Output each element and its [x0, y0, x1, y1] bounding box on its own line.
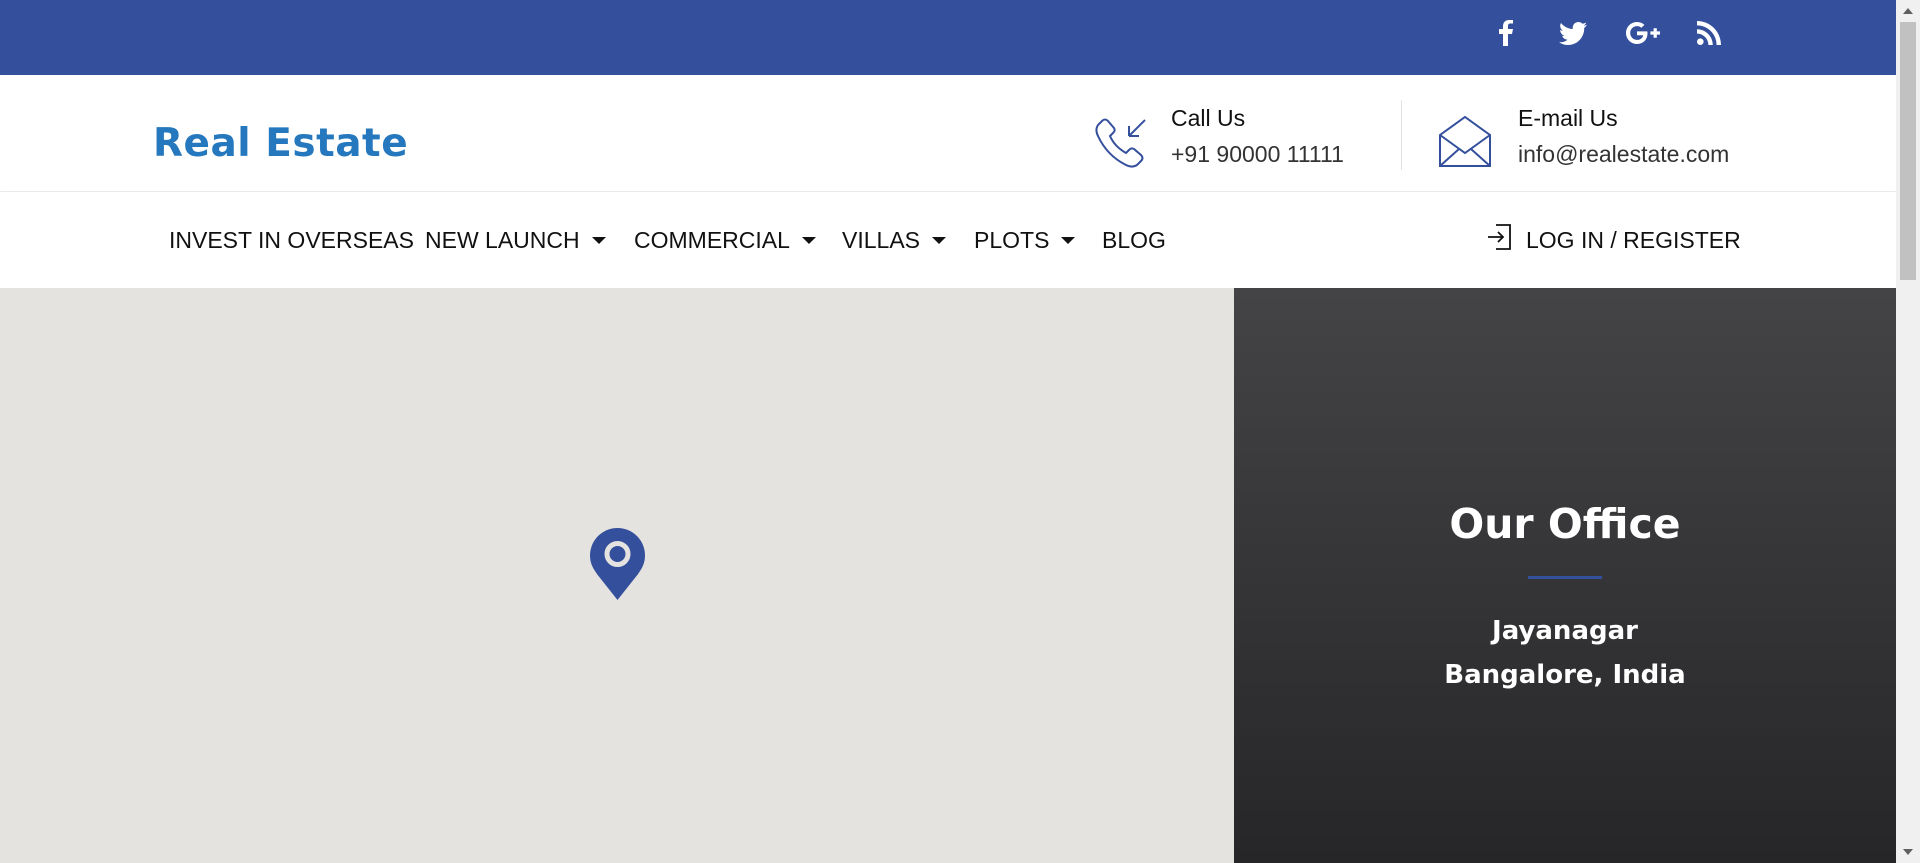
google-plus-icon[interactable] [1626, 16, 1660, 50]
title-underline [1528, 576, 1602, 579]
main-navigation: INVEST IN OVERSEAS NEW LAUNCH COMMERCIAL… [0, 192, 1896, 288]
nav-invest-in-overseas[interactable]: INVEST IN OVERSEAS [169, 222, 414, 258]
scroll-up-arrow-icon[interactable] [1903, 8, 1913, 14]
map-marker-icon[interactable] [590, 528, 645, 604]
nav-label: NEW LAUNCH [425, 226, 580, 253]
caret-down-icon [1061, 236, 1076, 244]
scroll-thumb[interactable] [1900, 22, 1916, 280]
rss-icon[interactable] [1694, 16, 1724, 50]
phone-number[interactable]: +91 90000 11111 [1171, 141, 1344, 168]
nav-label: INVEST IN OVERSEAS [169, 226, 414, 253]
email-address[interactable]: info@realestate.com [1518, 141, 1729, 168]
header-divider [1401, 100, 1402, 170]
nav-label: COMMERCIAL [634, 226, 790, 253]
sign-in-icon [1486, 223, 1514, 257]
login-register-link[interactable]: LOG IN / REGISTER [1486, 222, 1741, 258]
facebook-icon[interactable] [1491, 16, 1521, 50]
nav-commercial[interactable]: COMMERCIAL [634, 222, 816, 258]
email-us-label: E-mail Us [1518, 105, 1618, 131]
office-city: Bangalore, India [1444, 660, 1686, 690]
location-map[interactable] [0, 288, 1234, 863]
nav-label: BLOG [1102, 226, 1166, 253]
email-us-block: E-mail Us info@realestate.com [1438, 105, 1758, 181]
call-us-block: Call Us +91 90000 11111 [1092, 105, 1352, 181]
nav-label: PLOTS [974, 226, 1050, 253]
office-title: Our Office [1449, 500, 1681, 548]
office-locality: Jayanagar [1492, 616, 1638, 646]
nav-label: VILLAS [842, 226, 920, 253]
call-us-label: Call Us [1171, 105, 1246, 131]
nav-plots[interactable]: PLOTS [974, 222, 1076, 258]
phone-icon [1092, 115, 1150, 177]
caret-down-icon [801, 236, 816, 244]
nav-new-launch[interactable]: NEW LAUNCH [425, 222, 606, 258]
nav-blog[interactable]: BLOG [1102, 222, 1166, 258]
caret-down-icon [932, 236, 946, 244]
twitter-icon[interactable] [1558, 16, 1588, 50]
top-social-bar [0, 0, 1896, 75]
office-panel: Our Office Jayanagar Bangalore, India [1234, 288, 1896, 863]
nav-villas[interactable]: VILLAS [842, 222, 946, 258]
envelope-icon [1438, 115, 1492, 173]
login-label: LOG IN / REGISTER [1526, 226, 1741, 253]
vertical-scrollbar[interactable] [1896, 0, 1920, 863]
caret-down-icon [591, 236, 606, 244]
scroll-down-arrow-icon[interactable] [1903, 849, 1913, 855]
site-logo[interactable]: Real Estate [153, 121, 408, 166]
